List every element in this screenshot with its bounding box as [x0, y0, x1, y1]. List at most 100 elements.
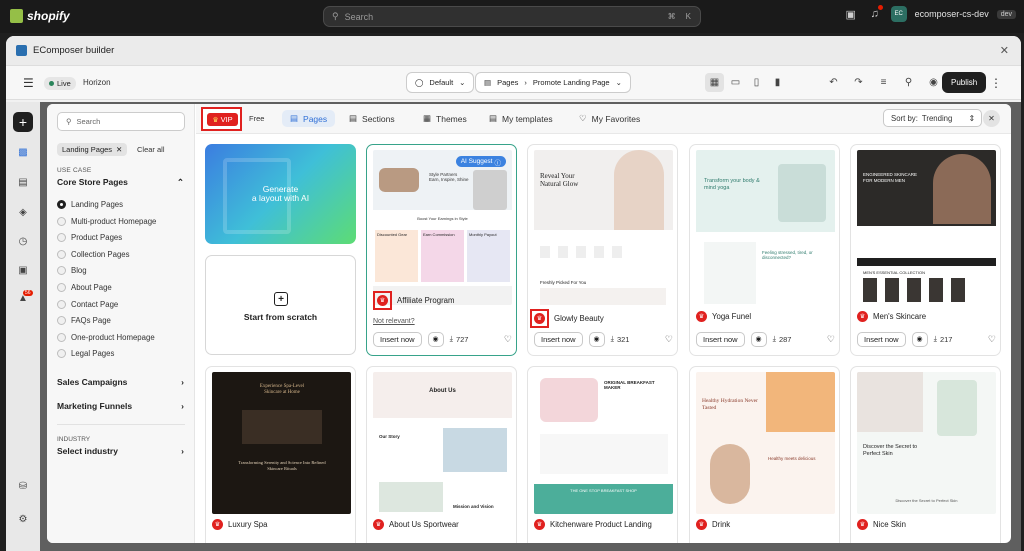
more-icon[interactable]: ⋮: [990, 72, 1002, 93]
sidebar-item-landing-pages[interactable]: Landing Pages: [57, 200, 123, 209]
tab-my-templates[interactable]: ▤ My templates: [481, 110, 561, 127]
industry-select[interactable]: Select industry ›: [57, 446, 184, 456]
clear-all-link[interactable]: Clear all: [137, 145, 165, 154]
eye-icon[interactable]: ◉: [588, 331, 605, 347]
sidebar-item-one-product-homepage[interactable]: One-product Homepage: [57, 332, 155, 342]
radio-icon[interactable]: [57, 299, 66, 309]
shortcut-key-cmd: ⌘: [667, 12, 676, 21]
insert-now-button[interactable]: Insert now: [857, 331, 906, 347]
page-select[interactable]: ▤ Pages › Promote Landing Page ⌄: [475, 72, 631, 93]
template-card-glowly-beauty[interactable]: Reveal Your Natural Glow Freshly Picked …: [527, 144, 678, 356]
global-search-input[interactable]: ⚲ Search ⌘ K: [323, 6, 701, 27]
sidebar-item-label: About Page: [71, 283, 112, 292]
eye-icon[interactable]: ◉: [427, 331, 444, 347]
publish-button[interactable]: Publish: [942, 72, 987, 93]
sidebar-item-about-page[interactable]: About Page: [57, 283, 112, 292]
sales-campaigns-toggle[interactable]: Sales Campaigns ›: [57, 377, 184, 387]
eye-icon[interactable]: ◉: [750, 331, 767, 347]
tab-my-favorites-label: My Favorites: [591, 113, 641, 124]
template-card-nice-skin[interactable]: Discover the Secret to Perfect Skin Disc…: [850, 366, 1001, 543]
sidebar-item-blog[interactable]: Blog: [57, 266, 87, 276]
menu-icon[interactable]: ☰: [23, 72, 34, 93]
template-thumbnail: About Us Our Story Mission and Vision: [373, 372, 512, 514]
core-store-pages-toggle[interactable]: Core Store Pages ⌃: [57, 177, 184, 188]
tablet-icon[interactable]: ▯: [747, 73, 766, 92]
tab-sections[interactable]: ▤ Sections: [341, 110, 403, 127]
template-name-label: Men's Skincare: [873, 312, 927, 321]
tab-my-favorites[interactable]: ♡ My Favorites: [571, 110, 648, 127]
redo-icon[interactable]: ↷: [849, 73, 868, 92]
free-filter-button[interactable]: Free: [249, 114, 264, 123]
sidebar-item-multi-product-homepage[interactable]: Multi-product Homepage: [57, 216, 156, 226]
default-select[interactable]: ◯ Default ⌄: [406, 72, 475, 93]
not-relevant-link[interactable]: Not relevant?: [373, 318, 415, 325]
sidebar-item-collection-pages[interactable]: Collection Pages: [57, 249, 130, 259]
template-card-drink[interactable]: Healthy Hydration Never Tasted Healthy m…: [689, 366, 840, 543]
radio-icon[interactable]: [57, 216, 66, 226]
avatar[interactable]: EC: [890, 6, 907, 22]
insert-now-button[interactable]: Insert now: [696, 331, 745, 347]
store-name[interactable]: ecomposer-cs-dev: [915, 9, 989, 19]
heart-icon[interactable]: ♡: [665, 334, 673, 345]
shopify-logo[interactable]: shopify: [10, 9, 70, 23]
gear-icon[interactable]: ⚙: [13, 509, 33, 529]
generate-with-ai-card[interactable]: Generate a layout with AI: [205, 144, 356, 244]
template-card-luxury-spa[interactable]: Experience Spa-Level Skincare at Home Tr…: [205, 366, 356, 543]
template-card-affiliate-program[interactable]: Style Partners Earn, Inspire, Shine AI S…: [366, 144, 517, 356]
start-from-scratch-card[interactable]: + Start from scratch: [205, 255, 356, 355]
layout-icon[interactable]: ▦: [705, 73, 724, 92]
image-icon[interactable]: ▣: [13, 260, 33, 280]
sidebar-item-product-pages[interactable]: Product Pages: [57, 233, 122, 243]
thumb-can: [710, 444, 750, 504]
sidebar-item-contact-page[interactable]: Contact Page: [57, 299, 118, 309]
eye-icon[interactable]: ◉: [924, 73, 943, 92]
desktop-icon[interactable]: ▭: [726, 73, 745, 92]
ai-suggest-badge[interactable]: AI Suggest ⓘ: [455, 156, 506, 167]
heart-icon[interactable]: ♡: [988, 334, 996, 345]
radio-icon[interactable]: [57, 349, 66, 359]
active-filter-chip[interactable]: Landing Pages ✕: [57, 143, 128, 156]
stack-icon[interactable]: ◈: [13, 202, 33, 222]
close-icon[interactable]: ✕: [116, 145, 122, 154]
radio-icon[interactable]: [57, 233, 66, 243]
template-card-about-us-sportwear[interactable]: About Us Our Story Mission and Vision ♛ A…: [366, 366, 517, 543]
heart-icon[interactable]: ♡: [827, 334, 835, 345]
radio-icon[interactable]: [57, 249, 66, 259]
layers-icon[interactable]: ▩: [13, 142, 33, 162]
marketing-funnels-toggle[interactable]: Marketing Funnels ›: [57, 401, 184, 411]
radio-icon[interactable]: [57, 332, 66, 342]
close-icon[interactable]: ✕: [983, 110, 1000, 127]
settings-sliders-icon[interactable]: ≡: [874, 73, 893, 92]
apps-icon[interactable]: ▲: [13, 288, 33, 308]
zoom-icon[interactable]: ⚲: [899, 73, 918, 92]
sort-select[interactable]: Sort by: Trending ⇕: [883, 109, 982, 127]
template-card-yoga-funel[interactable]: Transform your body & mind yoga Feeling …: [689, 144, 840, 356]
radio-icon[interactable]: [57, 283, 66, 292]
insert-now-button[interactable]: Insert now: [373, 331, 422, 347]
heart-icon[interactable]: ♡: [504, 334, 512, 345]
store-icon[interactable]: ▣: [843, 6, 859, 22]
eye-icon[interactable]: ◉: [911, 331, 928, 347]
bell-icon[interactable]: ♫: [867, 5, 883, 22]
plus-icon[interactable]: +: [13, 112, 33, 132]
sidebar-search-input[interactable]: ⚲ Search: [57, 112, 185, 131]
radio-icon[interactable]: [57, 316, 66, 326]
vip-filter-button[interactable]: ♛ VIP: [207, 113, 238, 126]
mobile-icon[interactable]: ▮: [768, 73, 787, 92]
pages-label: Pages: [497, 78, 519, 87]
sidebar-item-faqs-page[interactable]: FAQs Page: [57, 316, 111, 326]
close-icon[interactable]: ✕: [1000, 44, 1009, 57]
sections-icon[interactable]: ▤: [13, 172, 33, 192]
crown-icon: ♛: [696, 519, 707, 530]
tab-pages[interactable]: ▤ Pages: [282, 110, 336, 127]
template-card-kitchenware-product-landing[interactable]: ORIGINAL BREAKFAST MAKER THE ONE STOP BR…: [527, 366, 678, 543]
sidebar-item-legal-pages[interactable]: Legal Pages: [57, 349, 114, 359]
clock-icon[interactable]: ◷: [13, 231, 33, 251]
template-card-mens-skincare[interactable]: ENGINEERED SKINCARE FOR MODERN MEN MEN'S…: [850, 144, 1001, 356]
tab-themes[interactable]: ▦ Themes: [415, 110, 475, 127]
undo-icon[interactable]: ↶: [824, 73, 843, 92]
insert-now-button[interactable]: Insert now: [534, 331, 583, 347]
database-icon[interactable]: ⛁: [13, 476, 33, 496]
radio-icon[interactable]: [57, 266, 66, 276]
radio-icon[interactable]: [57, 200, 66, 209]
